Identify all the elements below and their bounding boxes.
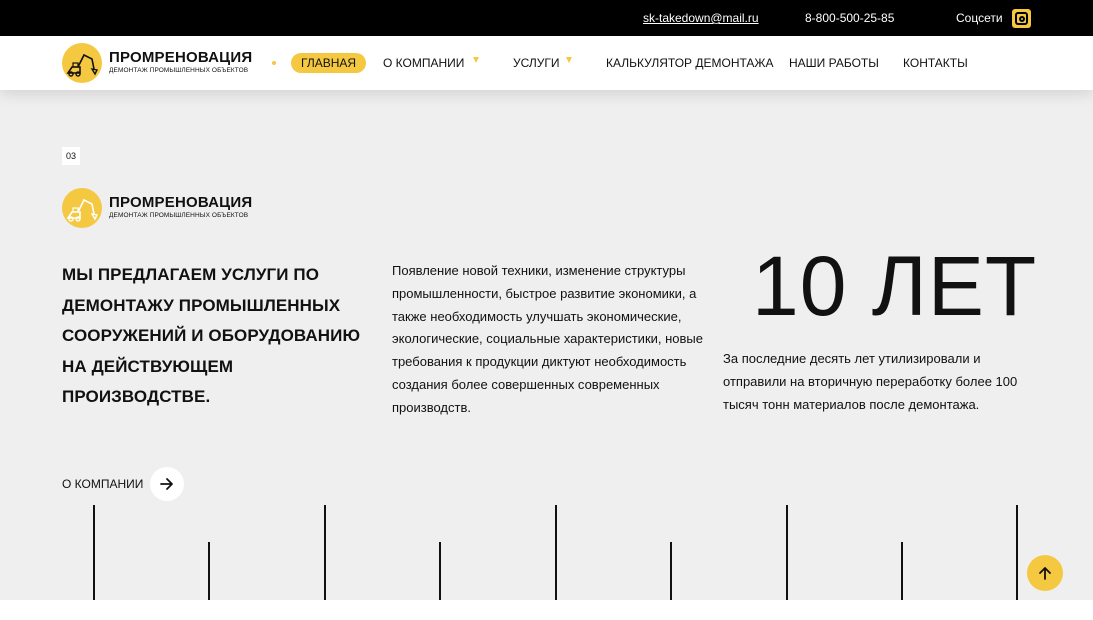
ruler-tick [555, 505, 557, 600]
chevron-down-icon[interactable] [566, 57, 572, 63]
arrow-right-icon [160, 478, 173, 490]
brand-name: ПРОМРЕНОВАЦИЯ [109, 194, 253, 211]
ruler-tick [901, 542, 903, 600]
brand-tagline: ДЕМОНТАЖ ПРОМЫШЛЕННЫХ ОБЪЕКТОВ [109, 212, 249, 219]
about-company-label: О КОМПАНИИ [62, 477, 144, 491]
brand-tagline: ДЕМОНТАЖ ПРОМЫШЛЕННЫХ ОБЪЕКТОВ [109, 67, 249, 74]
top-bar: sk-takedown@mail.ru 8-800-500-25-85 Соцс… [0, 0, 1093, 36]
nav-item-services[interactable]: УСЛУГИ [513, 56, 560, 70]
section-number: 03 [62, 147, 80, 165]
nav-item-calculator[interactable]: КАЛЬКУЛЯТОР ДЕМОНТАЖА [606, 56, 774, 70]
logo[interactable]: ПРОМРЕНОВАЦИЯ ДЕМОНТАЖ ПРОМЫШЛЕННЫХ ОБЪЕ… [62, 43, 262, 83]
brand-name: ПРОМРЕНОВАЦИЯ [109, 49, 253, 66]
header: ПРОМРЕНОВАЦИЯ ДЕМОНТАЖ ПРОМЫШЛЕННЫХ ОБЪЕ… [0, 36, 1093, 90]
ruler-tick [1016, 505, 1018, 600]
nav-item-home[interactable]: ГЛАВНАЯ [291, 53, 367, 73]
excavator-icon [62, 43, 102, 83]
ruler-tick [324, 505, 326, 600]
stat-description: За последние десять лет утилизировали и … [723, 351, 1018, 412]
ruler-tick [208, 542, 210, 600]
section-headline: МЫ ПРЕДЛАГАЕМ УСЛУГИ ПО ДЕМОНТАЖУ ПРОМЫШ… [62, 265, 361, 406]
arrow-up-icon [1039, 567, 1051, 580]
nav-dot-decoration [272, 61, 276, 65]
email-link[interactable]: sk-takedown@mail.ru [643, 11, 759, 25]
nav-item-works[interactable]: НАШИ РАБОТЫ [789, 56, 879, 70]
ruler-tick [670, 542, 672, 600]
social-label: Соцсети [956, 11, 1003, 25]
phone-number[interactable]: 8-800-500-25-85 [805, 11, 894, 25]
ruler-tick [93, 505, 95, 600]
ruler-tick [786, 505, 788, 600]
section-paragraph: Появление новой техники, изменение струк… [392, 263, 704, 415]
about-company-button[interactable] [150, 467, 184, 501]
section-logo: ПРОМРЕНОВАЦИЯ ДЕМОНТАЖ ПРОМЫШЛЕННЫХ ОБЪЕ… [62, 188, 262, 228]
chevron-down-icon[interactable] [473, 57, 479, 63]
nav-item-about[interactable]: О КОМПАНИИ [383, 56, 464, 70]
about-section: 03 ПРОМРЕНОВАЦИЯ ДЕМОНТАЖ ПРОМЫШЛЕННЫХ О… [0, 90, 1093, 600]
ruler-tick [439, 542, 441, 600]
excavator-icon [62, 188, 102, 228]
scroll-top-button[interactable] [1027, 555, 1063, 591]
stat-value: 10 ЛЕТ [752, 239, 1038, 333]
about-company-link[interactable]: О КОМПАНИИ [62, 467, 192, 501]
instagram-icon[interactable] [1012, 9, 1031, 28]
nav-item-contacts[interactable]: КОНТАКТЫ [903, 56, 968, 70]
